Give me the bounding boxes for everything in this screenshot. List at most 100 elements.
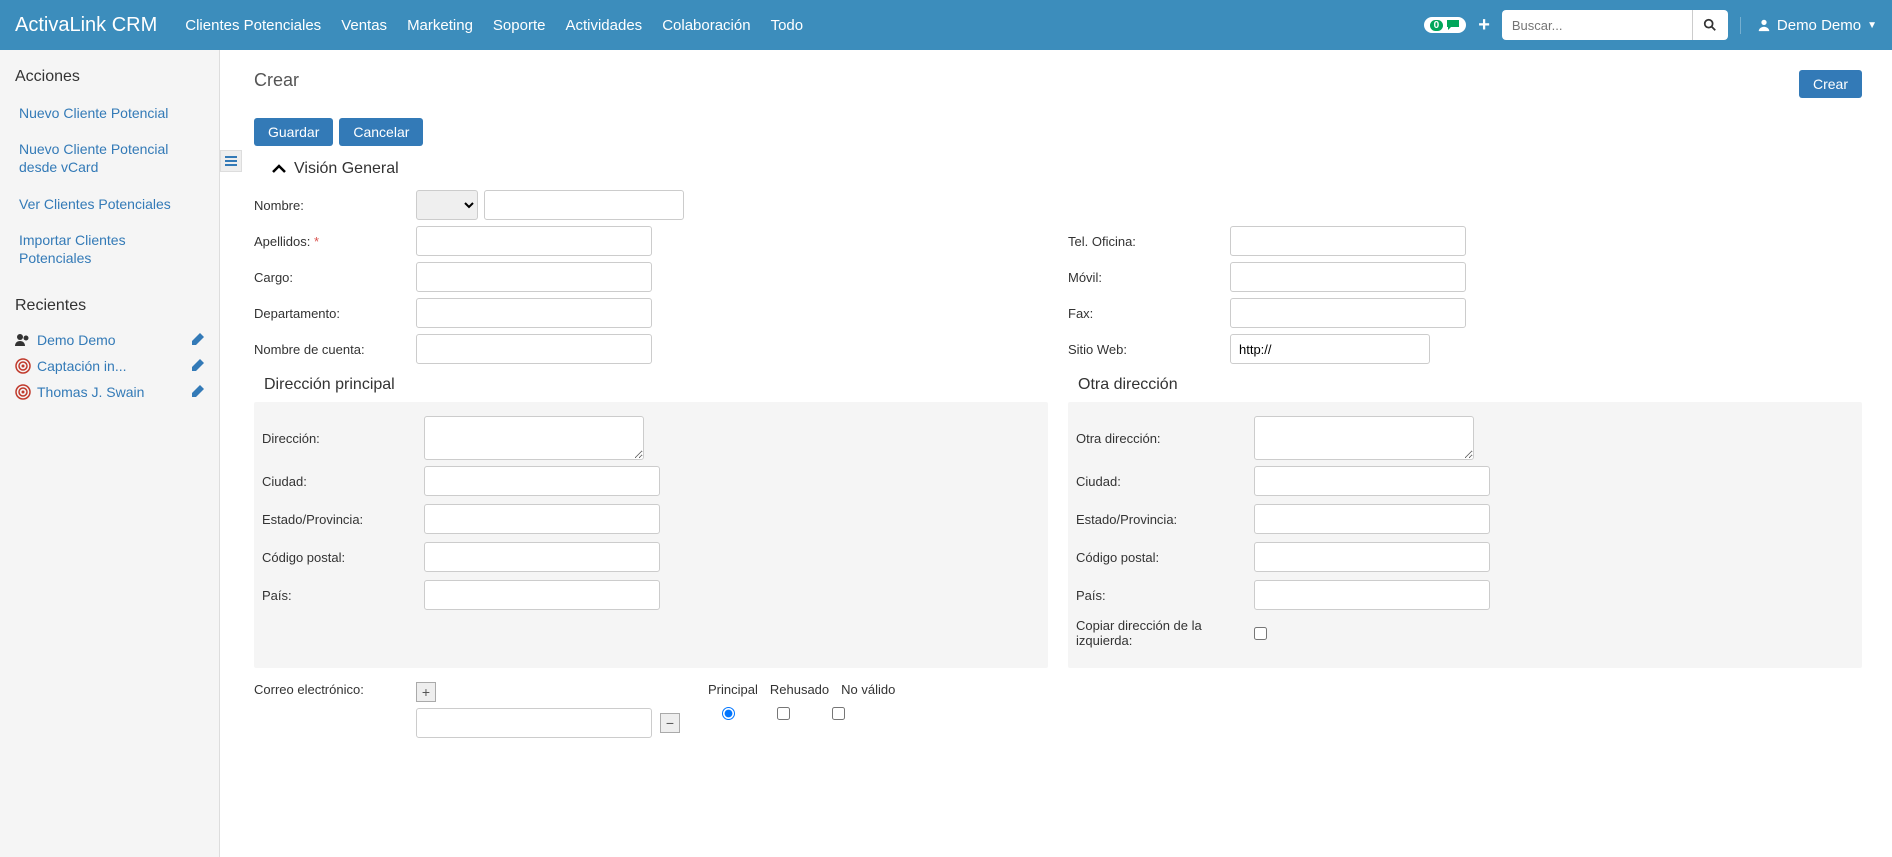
sidebar-recent-title: Recientes xyxy=(15,297,204,315)
label-alt-codigo-postal: Código postal: xyxy=(1076,550,1254,565)
pais-field[interactable] xyxy=(424,580,660,610)
label-codigo-postal: Código postal: xyxy=(262,550,424,565)
email-remove-button[interactable]: − xyxy=(660,713,680,733)
alt-estado-field[interactable] xyxy=(1254,504,1490,534)
email-header-no-valido: No válido xyxy=(841,682,895,697)
email-rehusado-checkbox[interactable] xyxy=(777,707,790,720)
label-sitio-web: Sitio Web: xyxy=(1068,342,1230,357)
chat-count: 0 xyxy=(1430,20,1444,31)
target-icon xyxy=(15,358,31,374)
label-movil: Móvil: xyxy=(1068,270,1230,285)
copiar-checkbox[interactable] xyxy=(1254,627,1267,640)
edit-icon[interactable] xyxy=(190,359,204,373)
target-icon xyxy=(15,384,31,400)
nombre-cuenta-field[interactable] xyxy=(416,334,652,364)
email-header-principal: Principal xyxy=(708,682,758,697)
ciudad-field[interactable] xyxy=(424,466,660,496)
recent-link[interactable]: Thomas J. Swain xyxy=(37,384,144,400)
recent-link[interactable]: Captación in... xyxy=(37,358,127,374)
otra-direccion-field[interactable] xyxy=(1254,416,1474,460)
nombre-field[interactable] xyxy=(484,190,684,220)
chevron-up-icon xyxy=(272,164,286,174)
sidebar-toggle-col xyxy=(220,50,244,857)
edit-icon[interactable] xyxy=(190,385,204,399)
sidebar: Acciones Nuevo Cliente Potencial Nuevo C… xyxy=(0,50,220,857)
email-no-valido-checkbox[interactable] xyxy=(832,707,845,720)
sitio-web-field[interactable] xyxy=(1230,334,1430,364)
label-nombre-cuenta: Nombre de cuenta: xyxy=(254,342,416,357)
create-button-top[interactable]: Crear xyxy=(1799,70,1862,98)
recent-item: Demo Demo xyxy=(15,327,204,353)
sidebar-toggle-button[interactable] xyxy=(220,150,242,172)
search-input[interactable] xyxy=(1502,10,1692,40)
tel-oficina-field[interactable] xyxy=(1230,226,1466,256)
cancel-button[interactable]: Cancelar xyxy=(339,118,423,146)
nav-clientes-potenciales[interactable]: Clientes Potenciales xyxy=(177,3,329,48)
top-navbar: ActivaLink CRM Clientes Potenciales Vent… xyxy=(0,0,1892,50)
brand-logo[interactable]: ActivaLink CRM xyxy=(15,14,157,37)
list-icon xyxy=(225,156,237,166)
salutation-select[interactable] xyxy=(416,190,478,220)
recent-item: Captación in... xyxy=(15,353,204,379)
nav-marketing[interactable]: Marketing xyxy=(399,3,481,48)
section-overview-label: Visión General xyxy=(294,160,399,178)
email-add-button[interactable]: + xyxy=(416,682,436,702)
estado-field[interactable] xyxy=(424,504,660,534)
label-cargo: Cargo: xyxy=(254,270,416,285)
cargo-field[interactable] xyxy=(416,262,652,292)
main-nav: Clientes Potenciales Ventas Marketing So… xyxy=(177,3,1423,48)
action-importar-clientes[interactable]: Importar Clientes Potenciales xyxy=(15,225,204,273)
direccion-field[interactable] xyxy=(424,416,644,460)
recent-link[interactable]: Demo Demo xyxy=(37,332,116,348)
page-title: Crear xyxy=(254,70,299,91)
user-icon xyxy=(1757,18,1771,32)
fax-field[interactable] xyxy=(1230,298,1466,328)
edit-icon[interactable] xyxy=(190,333,204,347)
email-header-rehusado: Rehusado xyxy=(770,682,829,697)
action-nuevo-cliente-vcard[interactable]: Nuevo Cliente Potencial desde vCard xyxy=(15,134,204,182)
movil-field[interactable] xyxy=(1230,262,1466,292)
user-group-icon xyxy=(15,332,31,348)
action-nuevo-cliente[interactable]: Nuevo Cliente Potencial xyxy=(15,98,204,128)
search-button[interactable] xyxy=(1692,10,1728,40)
label-copiar: Copiar dirección de la izquierda: xyxy=(1076,618,1254,648)
subhead-direccion-principal: Dirección principal xyxy=(254,368,1048,402)
label-correo: Correo electrónico: xyxy=(254,682,416,738)
label-fax: Fax: xyxy=(1068,306,1230,321)
quick-create-icon[interactable]: + xyxy=(1478,14,1490,37)
departamento-field[interactable] xyxy=(416,298,652,328)
label-nombre: Nombre: xyxy=(254,198,416,213)
nav-ventas[interactable]: Ventas xyxy=(333,3,395,48)
nav-soporte[interactable]: Soporte xyxy=(485,3,554,48)
section-overview-header[interactable]: Visión General xyxy=(254,154,1862,188)
action-ver-clientes[interactable]: Ver Clientes Potenciales xyxy=(15,189,204,219)
label-direccion: Dirección: xyxy=(262,431,424,446)
nav-colaboracion[interactable]: Colaboración xyxy=(654,3,758,48)
alt-pais-field[interactable] xyxy=(1254,580,1490,610)
codigo-postal-field[interactable] xyxy=(424,542,660,572)
label-alt-ciudad: Ciudad: xyxy=(1076,474,1254,489)
label-alt-estado: Estado/Provincia: xyxy=(1076,512,1254,527)
label-apellidos: Apellidos: * xyxy=(254,234,416,249)
apellidos-field[interactable] xyxy=(416,226,652,256)
main-content: Crear Crear Guardar Cancelar Visión Gene… xyxy=(244,50,1892,857)
alt-ciudad-field[interactable] xyxy=(1254,466,1490,496)
caret-down-icon: ▼ xyxy=(1867,20,1877,31)
label-departamento: Departamento: xyxy=(254,306,416,321)
email-field[interactable] xyxy=(416,708,652,738)
subhead-otra-direccion: Otra dirección xyxy=(1068,368,1862,402)
global-search xyxy=(1502,10,1728,40)
chat-badge[interactable]: 0 xyxy=(1424,17,1467,33)
label-pais: País: xyxy=(262,588,424,603)
label-otra-direccion: Otra dirección: xyxy=(1076,431,1254,446)
nav-todo[interactable]: Todo xyxy=(763,3,812,48)
user-menu[interactable]: Demo Demo ▼ xyxy=(1740,17,1877,34)
email-principal-radio[interactable] xyxy=(722,707,735,720)
alt-codigo-postal-field[interactable] xyxy=(1254,542,1490,572)
save-button[interactable]: Guardar xyxy=(254,118,333,146)
label-tel-oficina: Tel. Oficina: xyxy=(1068,234,1230,249)
label-estado: Estado/Provincia: xyxy=(262,512,424,527)
nav-actividades[interactable]: Actividades xyxy=(557,3,650,48)
search-icon xyxy=(1703,18,1717,32)
chat-icon xyxy=(1446,19,1460,31)
